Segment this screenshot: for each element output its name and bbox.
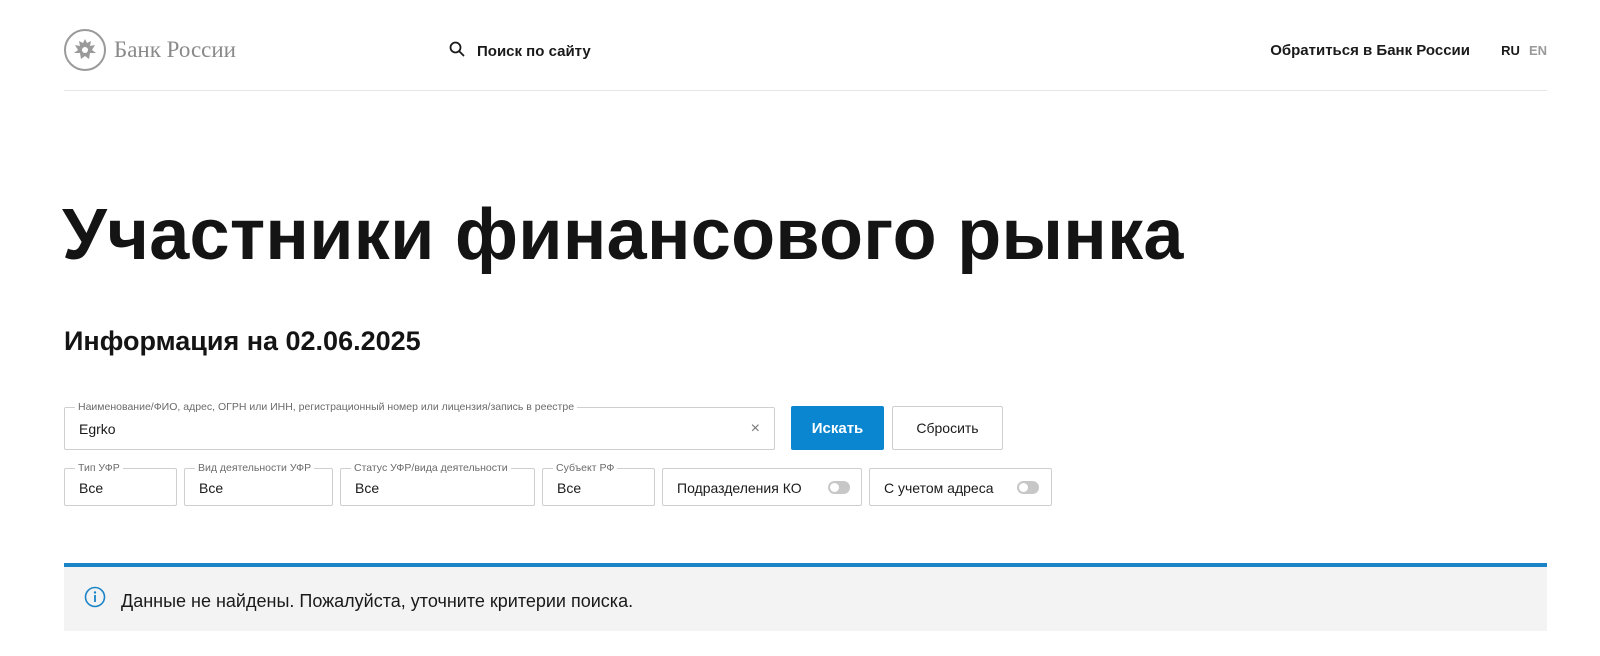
search-query-label: Наименование/ФИО, адрес, ОГРН или ИНН, р…	[75, 401, 578, 414]
filter-ufr-type-select[interactable]: Тип УФР Все	[64, 462, 177, 506]
no-results-notice: Данные не найдены. Пожалуйста, уточните …	[64, 563, 1547, 631]
toggle-address-switch[interactable]	[1017, 481, 1039, 494]
site-search-button[interactable]: Поиск по сайту	[449, 41, 591, 62]
filter-activity-label: Вид деятельности УФР	[195, 462, 315, 475]
switch-knob	[830, 483, 839, 492]
page-title: Участники финансового рынка	[62, 195, 1184, 275]
filter-region-select[interactable]: Субъект РФ Все	[542, 462, 655, 506]
search-query-input[interactable]: Egrko	[79, 421, 116, 437]
search-icon	[449, 41, 465, 62]
filter-status-select[interactable]: Статус УФР/вида деятельности Все	[340, 462, 535, 506]
filter-status-value: Все	[355, 480, 380, 496]
filter-activity-value: Все	[199, 480, 224, 496]
lang-ru-link[interactable]: RU	[1501, 43, 1520, 58]
toggle-ko-branches-label: Подразделения КО	[677, 480, 802, 496]
filter-ufr-type-value: Все	[79, 480, 104, 496]
clear-icon[interactable]: ×	[751, 419, 760, 439]
toggle-ko-branches-switch[interactable]	[828, 481, 850, 494]
site-header: Банк России Поиск по сайту Обратиться в …	[64, 0, 1547, 91]
toggle-address[interactable]: С учетом адреса	[869, 468, 1052, 506]
filter-region-label: Субъект РФ	[553, 462, 618, 475]
info-icon	[84, 586, 106, 613]
toggle-ko-branches[interactable]: Подразделения КО	[662, 468, 862, 506]
bank-logo[interactable]: Банк России	[64, 29, 236, 71]
info-date-heading: Информация на 02.06.2025	[64, 326, 421, 356]
filter-region-value: Все	[557, 480, 582, 496]
toggle-address-label: С учетом адреса	[884, 480, 994, 496]
lang-en-link[interactable]: EN	[1529, 43, 1547, 58]
switch-knob	[1019, 483, 1028, 492]
reset-button[interactable]: Сбросить	[892, 406, 1003, 450]
no-results-text: Данные не найдены. Пожалуйста, уточните …	[121, 591, 634, 611]
search-label: Поиск по сайту	[477, 43, 591, 60]
contact-bank-link[interactable]: Обратиться в Банк России	[1270, 42, 1470, 59]
filter-status-label: Статус УФР/вида деятельности	[351, 462, 511, 475]
search-query-field[interactable]: Наименование/ФИО, адрес, ОГРН или ИНН, р…	[64, 401, 775, 450]
eagle-emblem-icon	[64, 29, 106, 71]
logo-text: Банк России	[114, 37, 236, 62]
language-switcher: RU EN	[1501, 43, 1547, 58]
search-button[interactable]: Искать	[791, 406, 884, 450]
filter-activity-select[interactable]: Вид деятельности УФР Все	[184, 462, 333, 506]
filter-ufr-type-label: Тип УФР	[75, 462, 123, 475]
